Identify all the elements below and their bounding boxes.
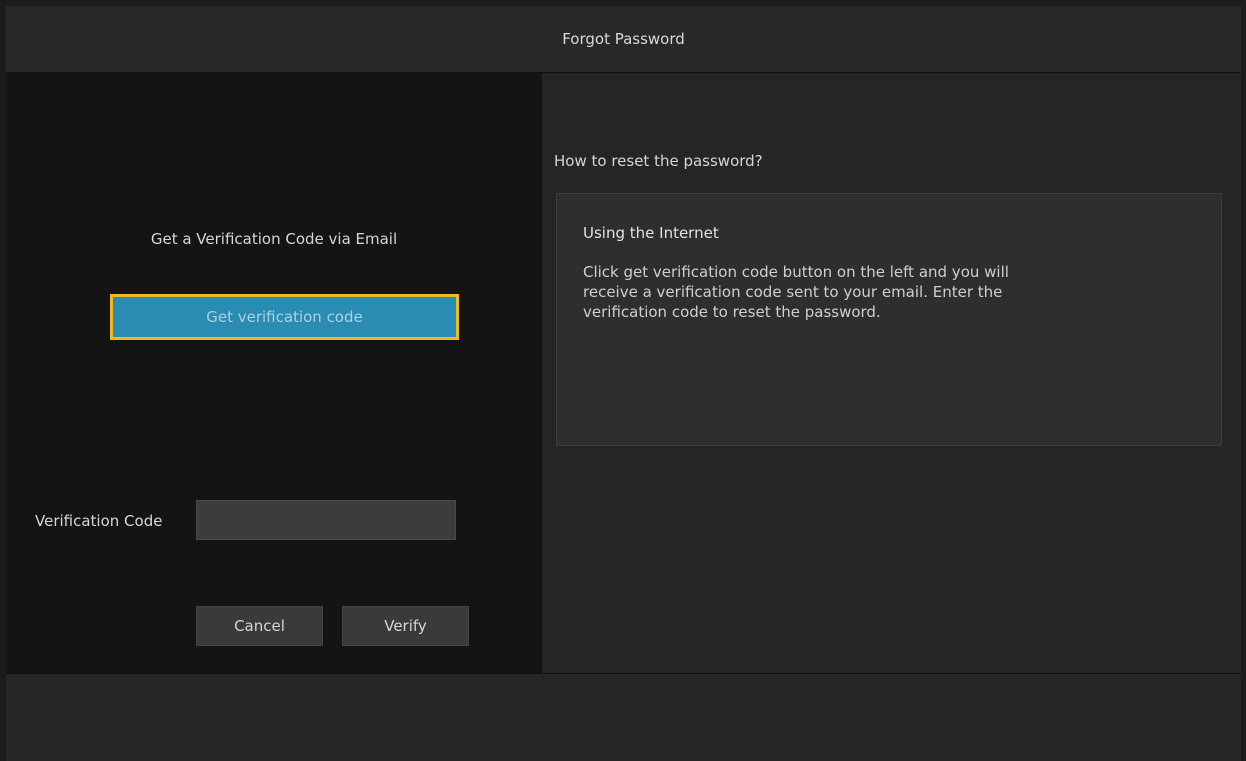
dialog-footer xyxy=(6,673,1241,761)
verification-code-label: Verification Code xyxy=(35,512,163,530)
email-verification-heading: Get a Verification Code via Email xyxy=(150,230,398,248)
get-verification-code-button[interactable]: Get verification code xyxy=(110,294,459,340)
reset-info-box: Using the Internet Click get verificatio… xyxy=(556,193,1222,446)
forgot-password-dialog: Forgot Password Get a Verification Code … xyxy=(6,6,1241,761)
help-panel: How to reset the password? Using the Int… xyxy=(542,73,1241,673)
info-body: Click get verification code button on th… xyxy=(583,263,1009,321)
info-title: Using the Internet xyxy=(583,224,719,242)
cancel-button[interactable]: Cancel xyxy=(196,606,323,646)
verification-panel: Get a Verification Code via Email Get ve… xyxy=(6,73,542,673)
dialog-title: Forgot Password xyxy=(562,30,685,48)
reset-question-heading: How to reset the password? xyxy=(554,152,763,170)
verify-button[interactable]: Verify xyxy=(342,606,469,646)
verification-code-input[interactable] xyxy=(196,500,456,540)
dialog-title-bar: Forgot Password xyxy=(6,6,1241,73)
